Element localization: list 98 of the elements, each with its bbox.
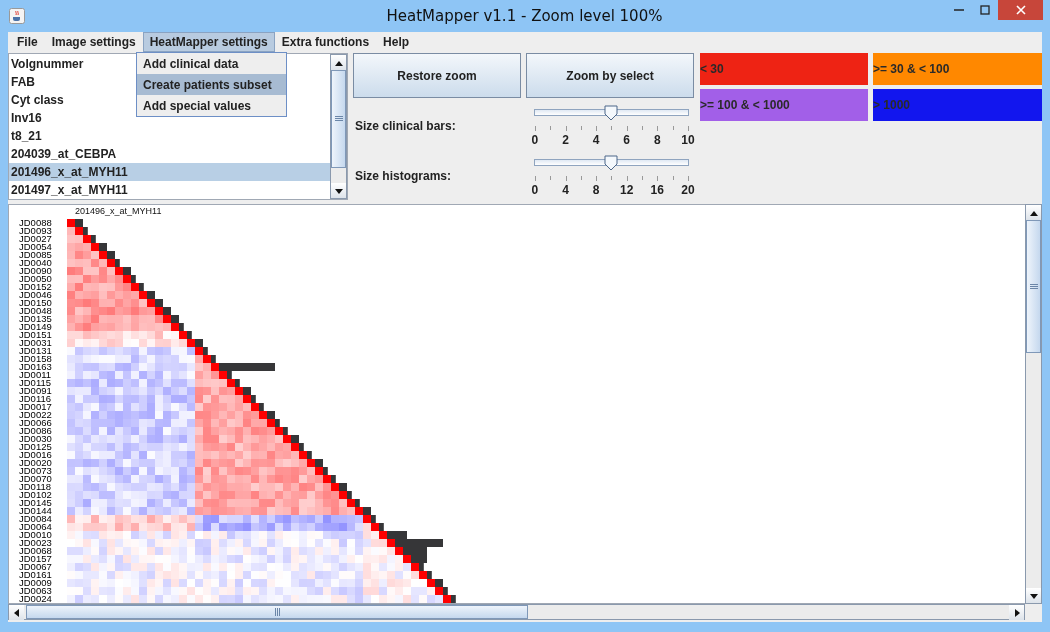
row-label: JD0144 xyxy=(19,507,52,515)
tick-label: 4 xyxy=(562,183,569,197)
close-icon xyxy=(1015,5,1026,15)
action-button[interactable]: Restore zoom xyxy=(353,53,521,98)
list-item[interactable]: 204039_at_CEBPA xyxy=(9,145,330,163)
tick-label: 8 xyxy=(592,183,600,197)
row-label: JD0050 xyxy=(19,275,52,283)
row-label: JD0145 xyxy=(19,499,52,507)
tick-label: 6 xyxy=(623,133,631,147)
row-label: JD0157 xyxy=(19,555,52,563)
tick-label: 12 xyxy=(620,183,634,197)
row-label: JD0010 xyxy=(19,531,52,539)
row-label: JD0151 xyxy=(19,331,52,339)
row-label: JD0131 xyxy=(19,347,52,355)
row-label: JD0149 xyxy=(19,323,52,331)
row-label: JD0017 xyxy=(19,403,52,411)
list-item[interactable]: t8_21 xyxy=(9,127,330,145)
legend-swatch: < 30 xyxy=(700,53,868,85)
grip-icon xyxy=(1029,283,1038,290)
row-label: JD0054 xyxy=(19,243,52,251)
menu-entry[interactable]: Add special values xyxy=(137,95,286,116)
close-button[interactable] xyxy=(998,0,1043,20)
grip-icon xyxy=(334,116,343,122)
menu-entry[interactable]: Add clinical data xyxy=(137,53,286,74)
row-label: JD0116 xyxy=(19,395,52,403)
slider-thumb[interactable] xyxy=(604,155,619,171)
menu-item[interactable]: Extra functions xyxy=(274,32,377,52)
row-label: JD0040 xyxy=(19,259,52,267)
tick-label: 20 xyxy=(681,183,695,197)
scrollbar-thumb[interactable] xyxy=(26,605,528,619)
row-label: JD0031 xyxy=(19,339,52,347)
row-label: JD0135 xyxy=(19,315,52,323)
row-label: JD0118 xyxy=(19,483,52,491)
tick-label: 8 xyxy=(653,133,661,147)
scrollbar[interactable] xyxy=(8,604,1025,620)
row-label: JD0158 xyxy=(19,355,52,363)
slider-label: Size clinical bars: xyxy=(354,118,457,135)
row-label: JD0066 xyxy=(19,419,52,427)
menu-item[interactable]: Help xyxy=(376,32,417,52)
row-label: JD0048 xyxy=(19,307,52,315)
row-label: JD0161 xyxy=(19,571,52,579)
scrollbar[interactable] xyxy=(330,54,347,199)
tick-label: 2 xyxy=(562,133,569,147)
slider-label: Size histograms: xyxy=(354,168,453,185)
row-label: JD0068 xyxy=(19,547,52,555)
row-label: JD0091 xyxy=(19,387,52,395)
row-label: JD0067 xyxy=(19,563,52,571)
row-label: JD0024 xyxy=(19,595,52,603)
row-label: JD0070 xyxy=(19,475,52,483)
maximize-icon xyxy=(980,5,990,15)
tick-label: 0 xyxy=(531,183,539,197)
menu-item[interactable]: HeatMapper settings xyxy=(142,32,275,52)
row-label: JD0030 xyxy=(19,435,52,443)
row-label: JD0088 xyxy=(19,219,52,227)
row-label: JD0150 xyxy=(19,299,52,307)
scrollbar-thumb[interactable] xyxy=(1026,220,1041,353)
tick-label: 16 xyxy=(650,183,664,197)
tick-label: 10 xyxy=(681,133,695,147)
row-label: JD0093 xyxy=(19,227,52,235)
list-item[interactable]: 201496_x_at_MYH11 xyxy=(9,163,330,181)
minimize-icon xyxy=(954,9,964,11)
legend-swatch: >= 100 & < 1000 xyxy=(700,89,868,121)
row-label: JD0102 xyxy=(19,491,52,499)
slider-thumb[interactable] xyxy=(604,105,619,121)
row-label: JD0125 xyxy=(19,443,52,451)
menu-entry[interactable]: Create patients subset xyxy=(137,74,286,95)
row-label: JD0064 xyxy=(19,523,52,531)
row-label: JD0085 xyxy=(19,251,52,259)
list-item[interactable]: 201497_x_at_MYH11 xyxy=(9,181,330,199)
scrollbar[interactable] xyxy=(1025,204,1042,604)
row-label: JD0115 xyxy=(19,379,52,387)
action-button[interactable]: Zoom by select xyxy=(526,53,694,98)
row-label: JD0023 xyxy=(19,539,52,547)
row-label: JD0011 xyxy=(19,371,52,379)
row-label: JD0016 xyxy=(19,451,52,459)
window-title: HeatMapper v1.1 - Zoom level 100% xyxy=(386,7,663,25)
row-label: JD0086 xyxy=(19,427,52,435)
heatmap-title: 201496_x_at_MYH11 xyxy=(75,206,162,216)
menu-item[interactable]: File xyxy=(10,32,45,52)
row-label: JD0063 xyxy=(19,587,52,595)
row-label: JD0152 xyxy=(19,283,52,291)
legend-swatch: > 1000 xyxy=(873,89,1042,121)
row-label: JD0046 xyxy=(19,291,52,299)
row-label: JD0027 xyxy=(19,235,52,243)
legend-swatch: >= 30 & < 100 xyxy=(873,53,1042,85)
row-label: JD0084 xyxy=(19,515,52,523)
row-label: JD0073 xyxy=(19,467,52,475)
row-label: JD0090 xyxy=(19,267,52,275)
java-cup-icon xyxy=(9,8,25,24)
row-label: JD0009 xyxy=(19,579,52,587)
row-label: JD0020 xyxy=(19,459,52,467)
row-label: JD0022 xyxy=(19,411,52,419)
tick-label: 0 xyxy=(531,133,539,147)
tick-label: 4 xyxy=(592,133,600,147)
scrollbar-thumb[interactable] xyxy=(331,70,346,168)
grip-icon xyxy=(274,608,280,616)
menu-item[interactable]: Image settings xyxy=(44,32,143,52)
row-label: JD0163 xyxy=(19,363,52,371)
